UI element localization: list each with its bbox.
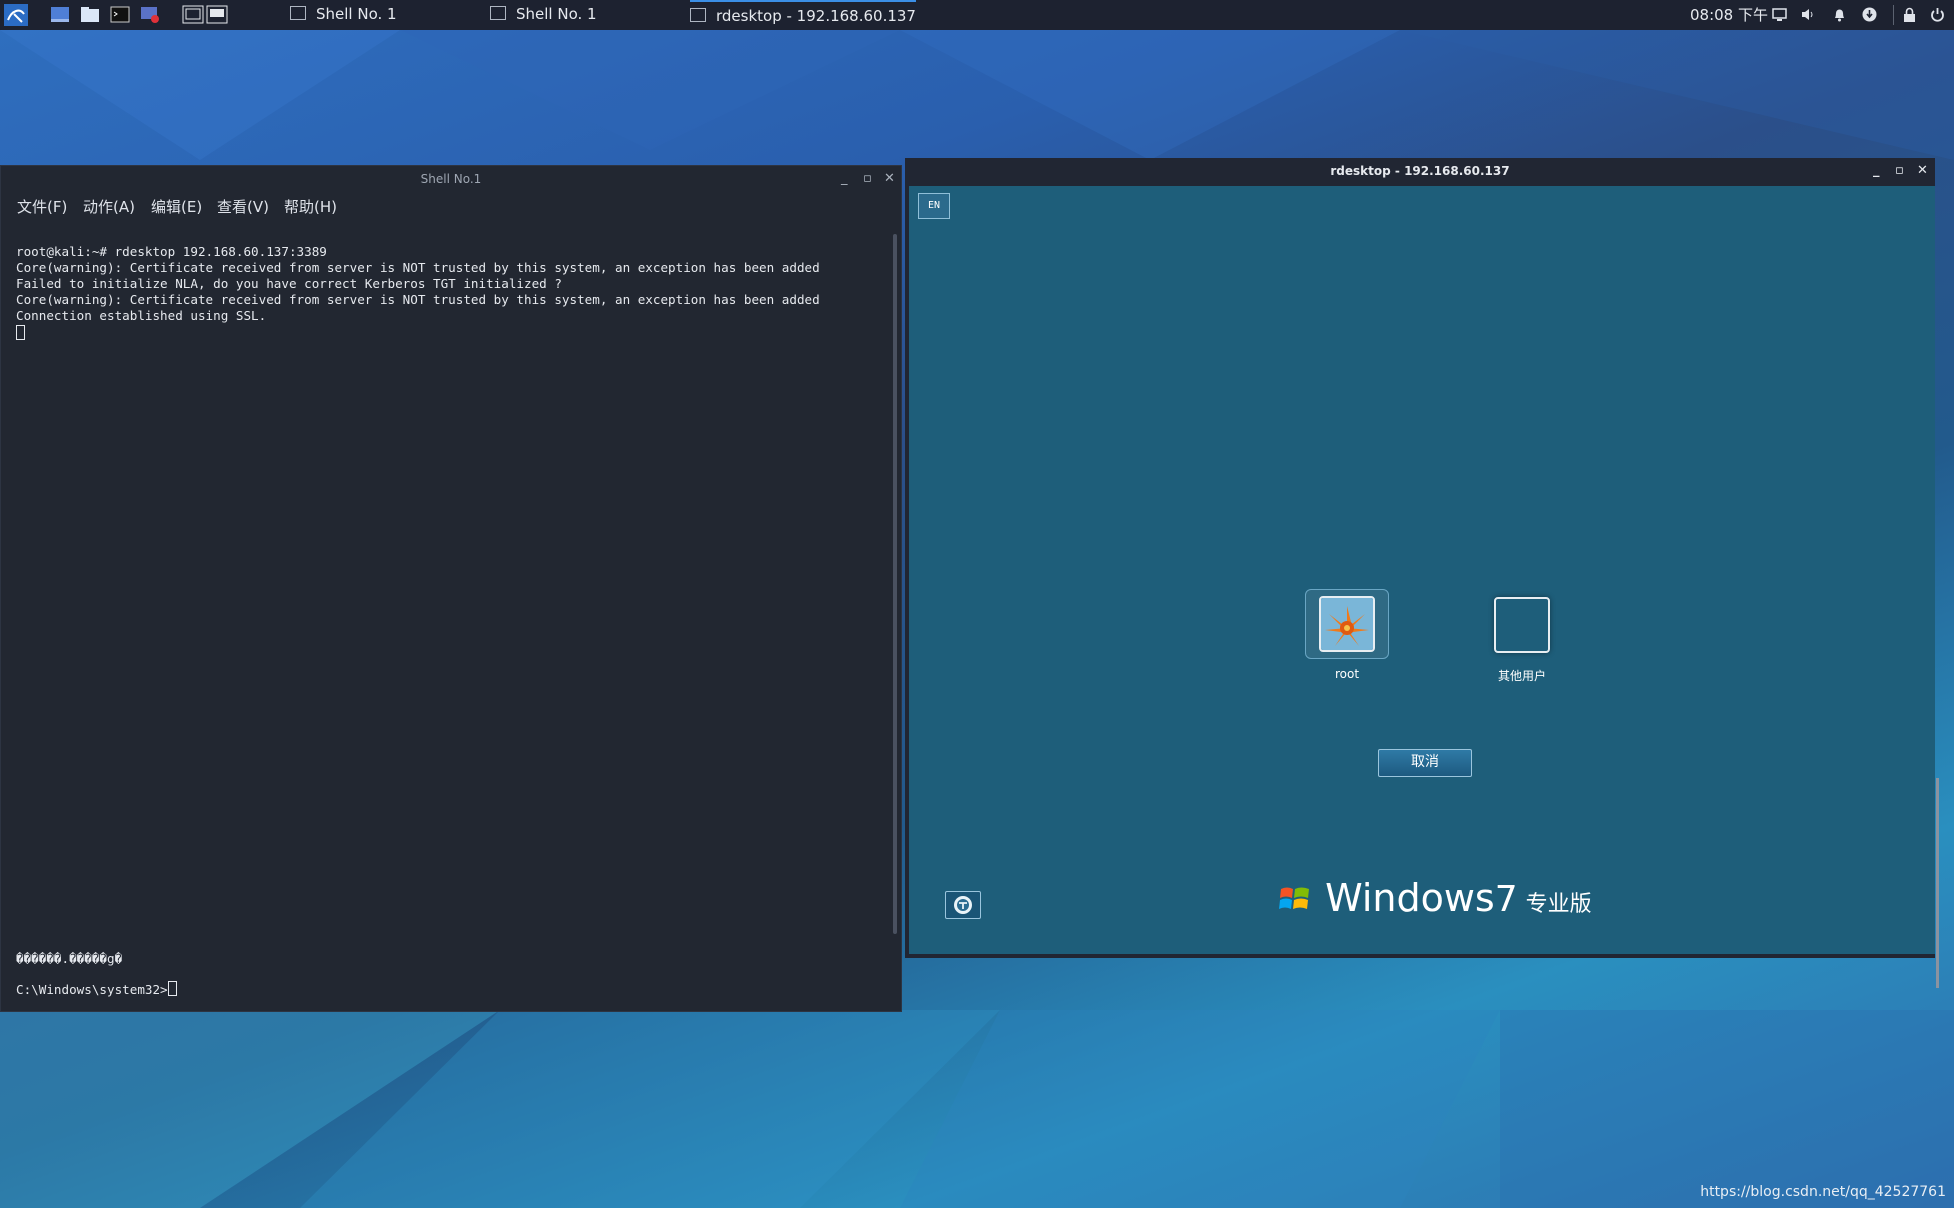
menu-file[interactable]: 文件(F) [17, 196, 67, 217]
task-label: rdesktop - 192.168.60.137 [716, 7, 916, 25]
terminal-prompt: C:\Windows\system32> [16, 982, 168, 997]
watermark: https://blog.csdn.net/qq_42527761 [1700, 1184, 1946, 1200]
shell-scrollbar[interactable] [893, 234, 897, 934]
kali-menu-icon[interactable] [4, 4, 28, 26]
text-cursor [167, 981, 177, 996]
shell-titlebar[interactable]: Shell No.1 _ ▫ ✕ [1, 166, 901, 192]
brand-version: 7 [1494, 879, 1518, 920]
terminal-icon [490, 6, 506, 20]
task-rdesktop[interactable]: rdesktop - 192.168.60.137 [690, 0, 916, 32]
flower-avatar-icon [1319, 596, 1375, 652]
ease-of-access-icon [954, 896, 972, 914]
cancel-button[interactable]: 取消 [1378, 749, 1472, 777]
notification-bell-icon[interactable] [1832, 7, 1847, 22]
clock[interactable]: 08:08 下午 [1690, 0, 1768, 30]
minimize-button[interactable]: _ [1873, 158, 1880, 184]
show-desktop-icon[interactable] [50, 5, 70, 24]
rdesktop-window[interactable]: rdesktop - 192.168.60.137 _ ▫ ✕ EN root … [905, 158, 1939, 988]
window-title: rdesktop - 192.168.60.137 [1330, 164, 1510, 178]
windows-logo-icon [1279, 887, 1309, 909]
text-cursor [16, 324, 25, 340]
brand-edition: 专业版 [1525, 892, 1592, 917]
terminal-cursor-line [16, 324, 896, 342]
remote-desktop-icon[interactable] [140, 5, 160, 24]
task-label: Shell No. 1 [316, 5, 397, 23]
menu-edit[interactable]: 编辑(E) [151, 196, 202, 217]
windows-brand: Windows7 专业版 [1277, 876, 1592, 920]
user-tile-root[interactable]: root [1297, 589, 1397, 681]
maximize-button[interactable]: ▫ [1895, 158, 1904, 184]
close-button[interactable]: ✕ [1917, 158, 1928, 184]
user-tile-frame [1305, 589, 1389, 659]
brand-windows: Windows [1325, 876, 1495, 920]
workspace-switcher-icon[interactable] [182, 5, 228, 24]
file-manager-icon[interactable] [80, 5, 100, 24]
user-tile-other[interactable]: 其他用户 [1472, 597, 1572, 684]
maximize-button[interactable]: ▫ [863, 166, 872, 192]
window-icon [690, 8, 706, 22]
terminal-line: Core(warning): Certificate received from… [16, 260, 820, 276]
rdesktop-titlebar[interactable]: rdesktop - 192.168.60.137 _ ▫ ✕ [905, 158, 1935, 184]
lock-icon[interactable] [1902, 7, 1917, 22]
terminal-icon [290, 6, 306, 20]
shell-menubar: 文件(F) 动作(A) 编辑(E) 查看(V) 帮助(H) [1, 192, 901, 220]
user-label: root [1334, 667, 1360, 681]
user-label: 其他用户 [1497, 669, 1546, 683]
rdesktop-scrollbar[interactable] [1936, 778, 1939, 988]
minimize-button[interactable]: _ [841, 166, 848, 192]
volume-icon[interactable] [1800, 7, 1815, 22]
close-button[interactable]: ✕ [884, 166, 895, 192]
language-indicator[interactable]: EN [918, 193, 950, 219]
window-title: Shell No.1 [420, 172, 482, 186]
tray-divider [1893, 5, 1894, 25]
shell-window[interactable]: Shell No.1 _ ▫ ✕ 文件(F) 动作(A) 编辑(E) 查看(V)… [0, 165, 902, 1012]
terminal-line: Failed to initialize NLA, do you have co… [16, 276, 562, 292]
task-shell-2[interactable]: Shell No. 1 [490, 0, 597, 30]
top-panel: Shell No. 1 Shell No. 1 rdesktop - 192.1… [0, 0, 1954, 30]
menu-view[interactable]: 查看(V) [217, 196, 269, 217]
ease-of-access-button[interactable] [945, 891, 981, 919]
terminal-line: ������.�����g� [16, 951, 123, 966]
task-label: Shell No. 1 [516, 5, 597, 23]
update-icon[interactable] [1862, 7, 1877, 22]
terminal-prompt-line[interactable]: C:\Windows\system32> [16, 981, 896, 997]
menu-action[interactable]: 动作(A) [83, 196, 135, 217]
power-icon[interactable] [1930, 7, 1945, 22]
terminal-line: Connection established using SSL. [16, 308, 267, 324]
terminal-line: root@kali:~# rdesktop 192.168.60.137:338… [16, 244, 327, 260]
task-shell-1[interactable]: Shell No. 1 [290, 0, 397, 30]
menu-help[interactable]: 帮助(H) [284, 196, 337, 217]
terminal-icon[interactable] [110, 5, 130, 24]
windows7-login-screen[interactable]: EN root 其他用户 取消 Windows7 专业版 [909, 186, 1935, 954]
terminal-line: Core(warning): Certificate received from… [16, 292, 820, 308]
display-icon[interactable] [1772, 7, 1787, 22]
terminal-output[interactable]: root@kali:~# rdesktop 192.168.60.137:338… [16, 228, 896, 374]
blank-avatar-icon [1494, 597, 1550, 653]
